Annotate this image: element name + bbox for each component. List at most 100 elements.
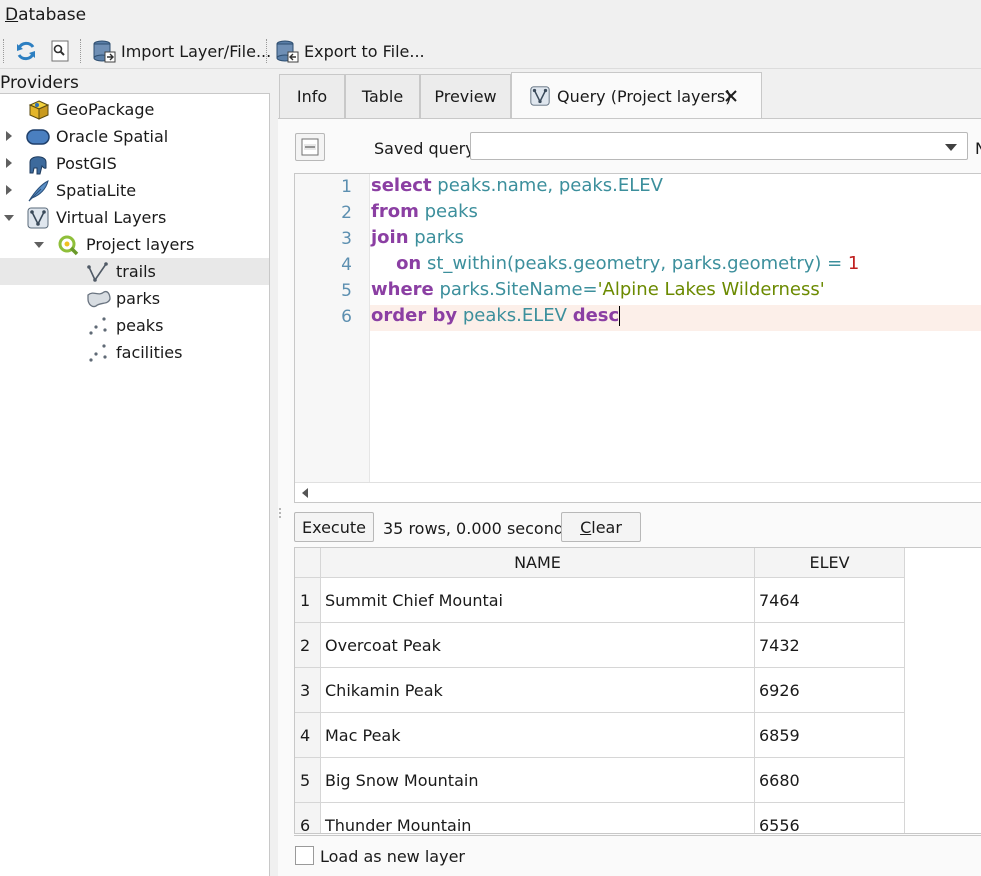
- tree-item-project-layers[interactable]: Project layers: [0, 231, 269, 258]
- query-status: 35 rows, 0.000 seconds: [383, 519, 573, 538]
- scroll-left-icon[interactable]: [302, 488, 308, 498]
- saved-query-select[interactable]: [470, 132, 968, 160]
- tree-item-label: PostGIS: [56, 154, 117, 173]
- tab-label: Preview: [434, 87, 497, 106]
- table-cell-elev[interactable]: 6926: [755, 668, 905, 713]
- horizontal-scrollbar[interactable]: [295, 482, 981, 502]
- table-cell-name[interactable]: Overcoat Peak: [321, 623, 755, 668]
- expand-arrow-icon[interactable]: [6, 158, 12, 168]
- expand-arrow-icon[interactable]: [6, 131, 12, 141]
- refresh-icon: [17, 41, 35, 61]
- sql-identifier: parks: [408, 227, 464, 248]
- tab-query[interactable]: Query (Project layers): [511, 72, 762, 119]
- tree-item-oracle-spatial[interactable]: Oracle Spatial: [0, 123, 269, 150]
- sql-identifier: parks.SiteName=: [433, 279, 598, 300]
- row-header[interactable]: 3: [295, 668, 321, 713]
- tab-label: Info: [296, 87, 328, 106]
- tree-item-parks[interactable]: parks: [0, 285, 269, 312]
- expand-arrow-icon[interactable]: [6, 185, 12, 195]
- row-header[interactable]: 4: [295, 713, 321, 758]
- tree-item-spatialite[interactable]: SpatiaLite: [0, 177, 269, 204]
- tree-item-geopackage[interactable]: GeoPackage: [0, 96, 269, 123]
- tree-item-label: SpatiaLite: [56, 181, 137, 200]
- tree-item-peaks[interactable]: peaks: [0, 312, 269, 339]
- filter-button[interactable]: [49, 37, 71, 65]
- column-header-elev[interactable]: ELEV: [755, 548, 905, 578]
- tab-preview[interactable]: Preview: [420, 74, 511, 118]
- oracle-icon: [26, 129, 50, 145]
- load-as-new-layer-label[interactable]: Load as new layer: [320, 847, 465, 866]
- code-line-current: order by peaks.ELEV desc: [370, 305, 981, 331]
- sql-keyword: desc: [572, 305, 620, 326]
- collapse-arrow-icon[interactable]: [34, 242, 44, 248]
- query-tab-content: Saved query N 1 2 3 4 5 6 select peaks.n…: [278, 118, 981, 876]
- table-cell-name[interactable]: Big Snow Mountain: [321, 758, 755, 803]
- tree-item-label: parks: [116, 289, 161, 308]
- filter-icon: [51, 40, 69, 62]
- line-layer-icon: [87, 262, 108, 282]
- sql-identifier: st_within(peaks.geometry, parks.geometry…: [421, 253, 848, 274]
- tree-item-label: GeoPackage: [56, 100, 155, 119]
- providers-tree[interactable]: GeoPackage Oracle Spatial PostGIS Spatia…: [0, 93, 270, 876]
- tab-table[interactable]: Table: [345, 74, 420, 118]
- truncated-label: N: [975, 139, 981, 158]
- menu-bar: Database: [0, 0, 981, 30]
- row-header[interactable]: 1: [295, 578, 321, 623]
- results-table[interactable]: NAME ELEV 1 Summit Chief Mountai 7464 2 …: [294, 547, 981, 834]
- geopackage-icon: [28, 100, 50, 120]
- tab-label: Query (Project layers): [557, 87, 732, 106]
- sql-string: 'Alpine Lakes Wilderness': [597, 279, 825, 300]
- menu-database[interactable]: Database: [5, 5, 86, 25]
- line-number: 2: [341, 203, 352, 223]
- sql-editor[interactable]: 1 2 3 4 5 6 select peaks.name, peaks.ELE…: [294, 173, 981, 503]
- chevron-down-icon: [945, 144, 957, 151]
- column-header-label: ELEV: [809, 553, 850, 572]
- table-cell-name[interactable]: Mac Peak: [321, 713, 755, 758]
- collapse-arrow-icon[interactable]: [4, 215, 14, 221]
- clear-button[interactable]: Clear: [561, 512, 641, 542]
- import-layer-button[interactable]: Import Layer/File...: [92, 37, 271, 65]
- table-cell-name[interactable]: Chikamin Peak: [321, 668, 755, 713]
- menu-database-mnemonic: D: [5, 5, 19, 25]
- postgis-elephant-icon: [29, 156, 47, 175]
- sql-button[interactable]: [295, 133, 325, 161]
- table-cell-elev[interactable]: 6680: [755, 758, 905, 803]
- close-icon[interactable]: [725, 90, 737, 102]
- execute-button[interactable]: Execute: [294, 512, 374, 542]
- tree-item-trails[interactable]: trails: [0, 258, 269, 285]
- refresh-button[interactable]: [14, 37, 38, 65]
- table-cell-elev[interactable]: 7464: [755, 578, 905, 623]
- toolbar-separator: [80, 39, 82, 63]
- database-export-icon: [276, 40, 299, 63]
- column-header-name[interactable]: NAME: [321, 548, 755, 578]
- saved-query-label: Saved query: [374, 139, 475, 158]
- tree-item-facilities[interactable]: facilities: [0, 339, 269, 366]
- tab-info[interactable]: Info: [279, 74, 345, 118]
- sql-keyword: on: [371, 253, 422, 274]
- database-import-icon: [93, 40, 116, 63]
- line-number: 3: [341, 229, 352, 249]
- load-as-new-layer-checkbox[interactable]: [295, 846, 314, 865]
- table-cell-name[interactable]: Thunder Mountain: [321, 803, 755, 833]
- row-header[interactable]: 2: [295, 623, 321, 668]
- tree-item-postgis[interactable]: PostGIS: [0, 150, 269, 177]
- providers-header: Providers: [0, 73, 79, 93]
- tree-item-virtual-layers[interactable]: Virtual Layers: [0, 204, 269, 231]
- virtual-layer-icon: [27, 207, 49, 229]
- clear-mnemonic: C: [580, 517, 592, 537]
- table-cell-elev[interactable]: 7432: [755, 623, 905, 668]
- splitter-handle[interactable]: [278, 507, 288, 519]
- clear-label: lear: [591, 517, 622, 537]
- export-file-button[interactable]: Export to File...: [275, 37, 425, 65]
- sql-keyword: select: [371, 175, 432, 196]
- tree-item-label: trails: [116, 262, 156, 281]
- import-layer-label: Import Layer/File...: [121, 41, 272, 61]
- qgis-icon: [58, 235, 79, 256]
- tree-item-label: Project layers: [86, 235, 195, 254]
- table-cell-elev[interactable]: 6556: [755, 803, 905, 833]
- table-cell-name[interactable]: Summit Chief Mountai: [321, 578, 755, 623]
- table-cell-elev[interactable]: 6859: [755, 713, 905, 758]
- row-header[interactable]: 5: [295, 758, 321, 803]
- code-line: join parks: [370, 227, 981, 253]
- row-header[interactable]: 6: [295, 803, 321, 833]
